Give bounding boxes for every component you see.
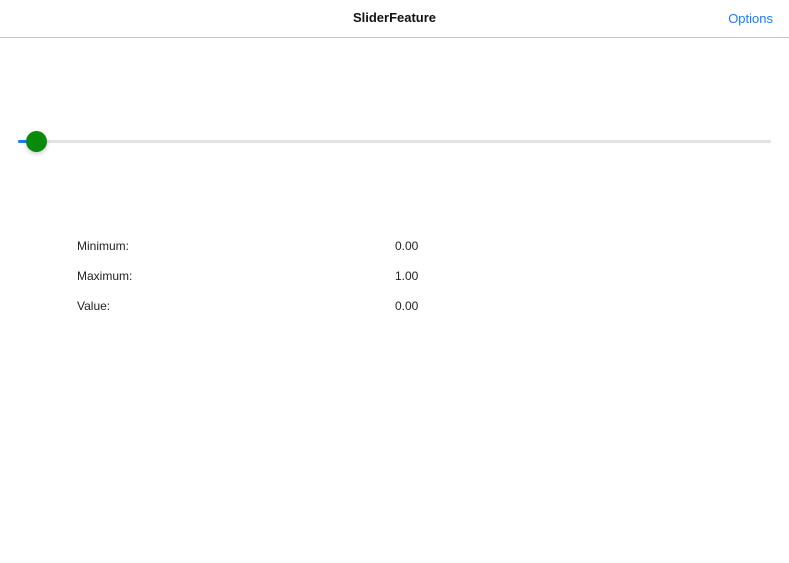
page-title: SliderFeature	[352, 10, 437, 25]
current-value: 0.00	[395, 299, 419, 313]
options-button[interactable]: Options	[728, 11, 773, 26]
slider-thumb[interactable]	[26, 131, 47, 152]
maximum-label: Maximum:	[77, 269, 133, 283]
maximum-value: 1.00	[395, 269, 419, 283]
minimum-value: 0.00	[395, 239, 419, 253]
slider-track[interactable]	[18, 140, 771, 143]
navigation-bar: SliderFeature Options	[0, 0, 789, 38]
minimum-label: Minimum:	[77, 239, 130, 253]
value-label: Value:	[77, 299, 111, 313]
